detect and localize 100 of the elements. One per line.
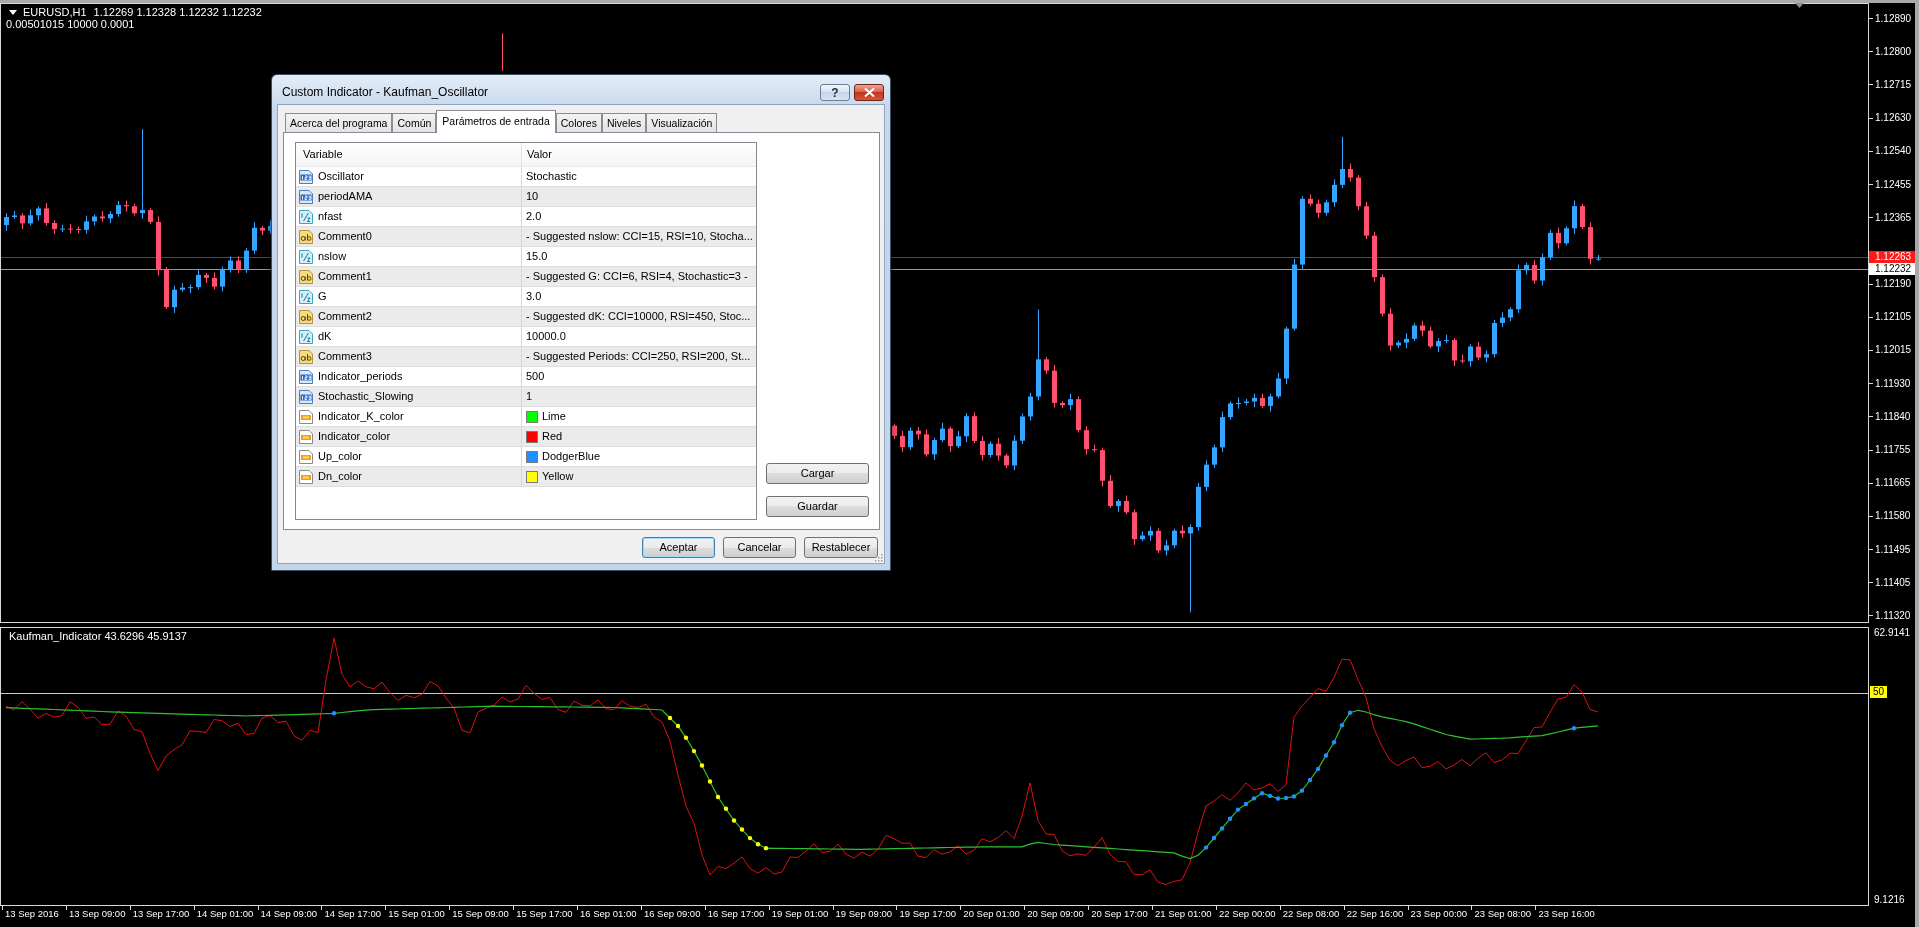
parameter-value[interactable]: DodgerBlue: [542, 448, 601, 465]
parameter-name: Comment3: [318, 349, 372, 365]
time-label: 20 Sep 01:00: [963, 908, 1020, 920]
resize-grip-icon[interactable]: [874, 553, 883, 562]
table-row[interactable]: G 3.0: [296, 287, 756, 307]
bearish-candle: [980, 435, 985, 462]
bullish-candle: [988, 440, 993, 458]
price-tick-label: 1.12105: [1875, 311, 1912, 324]
tab[interactable]: Común: [392, 113, 437, 132]
tab[interactable]: Parámetros de entrada: [436, 110, 556, 133]
dialog-button[interactable]: Restablecer: [804, 537, 878, 558]
parameter-value[interactable]: Red: [542, 428, 563, 445]
parameter-value[interactable]: 10000.0: [526, 328, 566, 345]
signal-dot: [1251, 796, 1257, 801]
tab[interactable]: Colores: [555, 113, 602, 132]
parameter-value[interactable]: - Suggested G: CCI=6, RSI=4, Stochastic=3 -: [526, 268, 748, 285]
bullish-candle: [1516, 264, 1521, 314]
table-row[interactable]: Comment1 - Suggested G: CCI=6, RSI=4, Stochastic=3 -: [296, 267, 756, 287]
tab[interactable]: Visualización: [646, 113, 718, 132]
level-tag: 50: [1870, 686, 1888, 698]
bearish-candle: [1108, 474, 1113, 509]
price-tick-label: 1.12540: [1875, 145, 1912, 158]
bearish-candle: [1084, 425, 1089, 456]
parameter-name: Dn_color: [318, 469, 363, 485]
parameter-value[interactable]: 2.0: [526, 208, 542, 225]
parameter-value[interactable]: 1: [526, 388, 533, 405]
parameter-value[interactable]: - Suggested Periods: CCI=250, RSI=200, St...: [526, 348, 751, 365]
parameter-value[interactable]: 500: [526, 368, 545, 385]
bearish-candle: [1420, 320, 1425, 337]
time-label: 22 Sep 00:00: [1218, 908, 1276, 920]
price-tick-label: 1.12890: [1875, 12, 1912, 25]
candle-wick: [502, 32, 503, 72]
parameter-value[interactable]: Yellow: [542, 468, 574, 485]
table-row[interactable]: dK 10000.0: [296, 327, 756, 347]
table-row[interactable]: Comment2 - Suggested dK: CCI=10000, RSI=450, Stoc...: [296, 307, 756, 327]
bullish-candle: [1028, 392, 1033, 422]
bearish-candle: [1316, 199, 1321, 219]
parameter-name: G: [318, 289, 327, 305]
price-tag: 1.12232: [1869, 263, 1915, 275]
signal-dot: [1339, 722, 1345, 728]
table-row[interactable]: Oscillator Stochastic: [296, 167, 756, 187]
table-row[interactable]: Comment3 - Suggested Periods: CCI=250, RSI=200, St...: [296, 347, 756, 367]
signal-dot: [1243, 801, 1249, 807]
help-button[interactable]: ?: [820, 84, 850, 101]
table-row[interactable]: Stochastic_Slowing 1: [296, 387, 756, 407]
table-row[interactable]: Indicator_periods 500: [296, 367, 756, 387]
price-tick-label: 1.11405: [1875, 576, 1911, 589]
bullish-candle: [1524, 262, 1529, 276]
caret-down-icon[interactable]: [9, 9, 17, 15]
decimal-type-icon: [298, 248, 314, 265]
bullish-candle: [908, 427, 913, 451]
parameter-name: nslow: [318, 249, 347, 265]
close-icon: [863, 88, 875, 97]
side-button[interactable]: Guardar: [766, 496, 869, 517]
bearish-candle: [1052, 364, 1057, 408]
time-label: 14 Sep 09:00: [260, 908, 318, 920]
bullish-candle: [1220, 411, 1225, 453]
parameter-value[interactable]: 10: [526, 188, 539, 205]
parameter-name: periodAMA: [318, 189, 373, 205]
shift-marker-icon[interactable]: [1795, 3, 1804, 8]
side-button[interactable]: Cargar: [766, 463, 869, 484]
time-label: 20 Sep 09:00: [1027, 908, 1084, 920]
bearish-candle: [996, 437, 1001, 462]
price-tick-label: 1.12190: [1875, 278, 1912, 291]
parameter-value[interactable]: Lime: [542, 408, 566, 425]
parameter-value[interactable]: Stochastic: [526, 168, 577, 185]
table-row[interactable]: Indicator_color Red: [296, 427, 756, 447]
table-row[interactable]: Indicator_K_color Lime: [296, 407, 756, 427]
signal-dot: [667, 715, 673, 721]
parameter-value[interactable]: 15.0: [526, 248, 548, 265]
tab[interactable]: Acerca del programa: [285, 113, 393, 132]
color-type-icon: [298, 428, 314, 445]
parameter-value[interactable]: 3.0: [526, 288, 542, 305]
bullish-candle: [1404, 332, 1409, 349]
bearish-candle: [132, 203, 137, 216]
table-row[interactable]: Comment0 - Suggested nslow: CCI=15, RSI=10, Stocha...: [296, 227, 756, 247]
table-row[interactable]: periodAMA 10: [296, 187, 756, 207]
dialog-button[interactable]: Cancelar: [723, 537, 796, 558]
time-label: 14 Sep 01:00: [196, 908, 254, 920]
table-row[interactable]: nslow 15.0: [296, 247, 756, 267]
close-button[interactable]: [854, 84, 884, 101]
parameter-value[interactable]: - Suggested nslow: CCI=15, RSI=10, Stocha...: [526, 228, 753, 245]
ohlc-values: 1.12269 1.12328 1.12232 1.12232: [93, 6, 262, 18]
bearish-candle: [1380, 273, 1385, 318]
signal-dot: [1571, 726, 1577, 731]
bullish-candle: [196, 268, 201, 290]
table-row[interactable]: nfast 2.0: [296, 207, 756, 227]
parameter-value[interactable]: - Suggested dK: CCI=10000, RSI=450, Stoc...: [526, 308, 751, 325]
signal-dot: [1331, 740, 1337, 745]
parameter-name: Comment0: [318, 229, 372, 245]
dialog-button[interactable]: Aceptar: [642, 537, 715, 558]
table-row[interactable]: Up_color DodgerBlue: [296, 447, 756, 467]
bullish-candle: [1140, 530, 1145, 542]
table-row[interactable]: Dn_color Yellow: [296, 467, 756, 487]
bullish-candle: [220, 266, 225, 292]
signal-dot: [699, 763, 705, 768]
tab[interactable]: Niveles: [601, 113, 647, 132]
bearish-candle: [1044, 356, 1049, 375]
bullish-candle: [108, 210, 113, 224]
signal-dot: [1323, 753, 1329, 758]
